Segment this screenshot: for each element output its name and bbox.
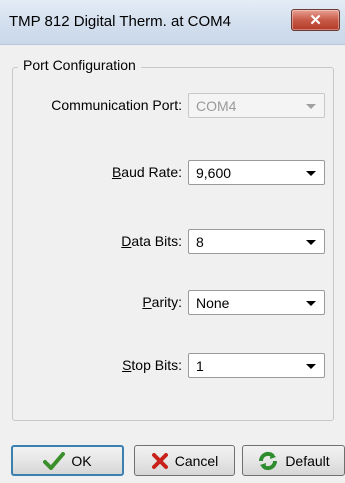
close-button[interactable]: ✕ [291,9,340,31]
data-bits-value: 8 [196,234,204,250]
default-label: Default [285,452,330,469]
parity-label: Parity: [142,294,182,310]
group-title: Port Configuration [18,57,141,73]
ok-button[interactable]: OK [11,445,124,476]
data-bits-label: Data Bits: [121,233,182,249]
baud-rate-select[interactable]: 9,600 [188,160,325,185]
parity-select[interactable]: None [188,290,325,315]
communication-port-value: COM4 [196,98,237,114]
refresh-icon [257,450,279,472]
chevron-down-icon [306,104,316,109]
x-icon [151,452,169,470]
checkmark-icon [43,451,66,470]
baud-rate-value: 9,600 [196,165,232,181]
ok-label: OK [71,452,92,469]
chevron-down-icon [306,171,316,176]
communication-port-select: COM4 [188,93,325,118]
title-bar: TMP 812 Digital Therm. at COM4 ✕ [0,0,345,45]
stop-bits-label: Stop Bits: [122,357,182,373]
cancel-button[interactable]: Cancel [134,445,235,476]
communication-port-label: Communication Port: [51,97,182,113]
stop-bits-value: 1 [196,358,204,374]
chevron-down-icon [306,364,316,369]
close-icon: ✕ [309,12,322,29]
parity-value: None [196,295,230,311]
window-title: TMP 812 Digital Therm. at COM4 [9,13,232,30]
stop-bits-select[interactable]: 1 [188,353,325,378]
default-button[interactable]: Default [242,445,345,476]
data-bits-select[interactable]: 8 [188,229,325,254]
chevron-down-icon [306,240,316,245]
baud-rate-label: Baud Rate: [111,164,182,180]
chevron-down-icon [306,301,316,306]
cancel-label: Cancel [174,452,219,469]
